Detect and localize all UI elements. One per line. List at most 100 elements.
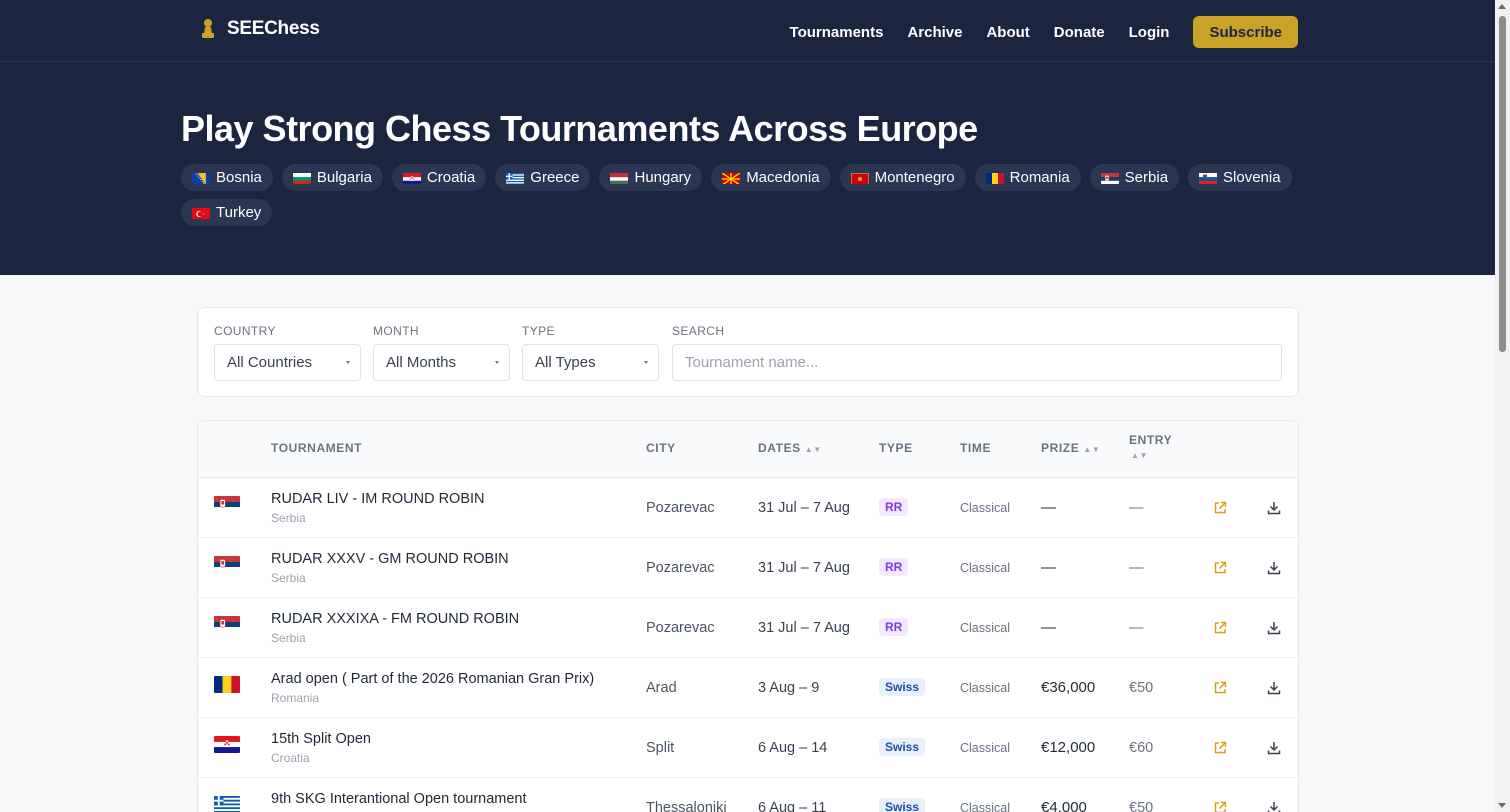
col-type[interactable]: TYPE — [879, 441, 913, 455]
nav-donate[interactable]: Donate — [1054, 24, 1105, 41]
table-row[interactable]: 9th SKG Interantional Open tournament Gr… — [198, 778, 1298, 812]
external-link-icon[interactable] — [1213, 561, 1227, 575]
tournament-name[interactable]: 9th SKG Interantional Open tournament — [271, 791, 527, 807]
country-select[interactable]: All Countries — [214, 344, 361, 381]
table-row[interactable]: 15th Split Open Croatia Split 6 Aug – 14… — [198, 718, 1298, 778]
external-link-icon[interactable] — [1213, 681, 1227, 695]
tournament-country: Serbia — [271, 631, 306, 645]
type-select[interactable]: All Types — [522, 344, 659, 381]
type-filter: TYPE All Types — [522, 324, 659, 381]
download-icon[interactable] — [1267, 501, 1281, 515]
country-chip-label: Macedonia — [746, 169, 820, 186]
tournament-entry: — — [1129, 620, 1144, 636]
table-body: RUDAR LIV - IM ROUND ROBIN Serbia Pozare… — [198, 478, 1298, 812]
country-chip-slovenia[interactable]: Slovenia — [1188, 164, 1292, 191]
tournament-name[interactable]: Arad open ( Part of the 2026 Romanian Gr… — [271, 671, 594, 687]
col-prize-label: PRIZE — [1041, 441, 1080, 455]
type-badge: Swiss — [879, 738, 926, 756]
subscribe-button[interactable]: Subscribe — [1193, 16, 1298, 48]
tournament-dates: 31 Jul – 7 Aug — [758, 620, 850, 636]
country-chip-bulgaria[interactable]: Bulgaria — [281, 164, 383, 191]
serbia-flag-icon — [214, 496, 240, 513]
type-badge: RR — [879, 498, 909, 516]
table-row[interactable]: RUDAR XXXV - GM ROUND ROBIN Serbia Pozar… — [198, 538, 1298, 598]
romania-flag-icon — [214, 676, 240, 693]
col-dates[interactable]: DATES ▲▼ — [758, 441, 822, 455]
nav-about[interactable]: About — [986, 24, 1029, 41]
type-badge: RR — [879, 558, 909, 576]
month-select[interactable]: All Months — [373, 344, 510, 381]
scroll-down-icon[interactable] — [1498, 803, 1506, 808]
tournament-time: Classical — [960, 621, 1011, 635]
country-chip-macedonia[interactable]: Macedonia — [711, 164, 831, 191]
country-chip-label: Greece — [530, 169, 580, 186]
table-row[interactable]: RUDAR XXXIXA - FM ROUND ROBIN Serbia Poz… — [198, 598, 1298, 658]
tournament-dates: 3 Aug – 9 — [758, 680, 820, 696]
nav-tournaments[interactable]: Tournaments — [790, 24, 884, 41]
brand-logo[interactable]: SEEChess — [199, 18, 320, 40]
table-row[interactable]: RUDAR LIV - IM ROUND ROBIN Serbia Pozare… — [198, 478, 1298, 538]
tournament-name[interactable]: RUDAR LIV - IM ROUND ROBIN — [271, 491, 485, 507]
country-chip-hungary[interactable]: Hungary — [599, 164, 703, 191]
tournament-prize: €36,000 — [1041, 679, 1096, 696]
external-link-icon[interactable] — [1213, 501, 1227, 515]
country-chip-label: Hungary — [634, 169, 692, 186]
col-prize[interactable]: PRIZE ▲▼ — [1041, 441, 1100, 455]
external-link-icon[interactable] — [1213, 741, 1227, 755]
croatia-flag-icon — [402, 172, 421, 184]
download-icon[interactable] — [1267, 681, 1281, 695]
table-header: TOURNAMENT CITY DATES ▲▼ TYPE TIME PRIZE ▲… — [198, 421, 1298, 478]
country-chip-croatia[interactable]: Croatia — [391, 164, 487, 191]
tournament-name[interactable]: RUDAR XXXV - GM ROUND ROBIN — [271, 551, 509, 567]
tournament-name[interactable]: RUDAR XXXIXA - FM ROUND ROBIN — [271, 611, 519, 627]
tournament-dates: 6 Aug – 11 — [758, 800, 827, 812]
country-chips: Bosnia Bulgaria Croatia Greece Hungary Macedo… — [181, 164, 1311, 226]
tournament-city: Thessaloniki — [646, 800, 727, 812]
table-row[interactable]: Arad open ( Part of the 2026 Romanian Gr… — [198, 658, 1298, 718]
tournament-country: Serbia — [271, 511, 306, 525]
page-scrollbar[interactable] — [1495, 0, 1510, 812]
scroll-up-icon[interactable] — [1498, 4, 1506, 9]
tournament-name[interactable]: 15th Split Open — [271, 731, 371, 747]
month-select-value: All Months — [386, 354, 457, 371]
col-time[interactable]: TIME — [960, 441, 991, 455]
month-filter-label: MONTH — [373, 324, 419, 338]
country-chip-serbia[interactable]: Serbia — [1089, 164, 1180, 191]
tournament-city: Split — [646, 740, 675, 756]
download-icon[interactable] — [1267, 741, 1281, 755]
type-filter-label: TYPE — [522, 324, 555, 338]
country-chip-greece[interactable]: Greece — [495, 164, 591, 191]
download-icon[interactable] — [1267, 621, 1281, 635]
search-filter-label: SEARCH — [672, 324, 725, 338]
download-icon[interactable] — [1267, 801, 1281, 812]
col-city[interactable]: CITY — [646, 441, 676, 455]
serbia-flag-icon — [1100, 172, 1119, 184]
download-icon[interactable] — [1267, 561, 1281, 575]
serbia-flag-icon — [214, 616, 240, 633]
nav-login[interactable]: Login — [1129, 24, 1170, 41]
external-link-icon[interactable] — [1213, 801, 1227, 812]
hero-title: Play Strong Chess Tournaments Across Eur… — [181, 108, 978, 149]
country-chip-turkey[interactable]: Turkey — [181, 199, 273, 226]
search-input[interactable]: Tournament name... — [672, 344, 1282, 381]
sort-icon: ▲▼ — [804, 445, 822, 454]
col-entry[interactable]: ENTRY ▲▼ — [1129, 433, 1172, 461]
tournament-country: Croatia — [271, 751, 310, 765]
col-dates-label: DATES — [758, 441, 801, 455]
country-chip-montenegro[interactable]: Montenegro — [839, 164, 966, 191]
country-chip-romania[interactable]: Romania — [974, 164, 1081, 191]
croatia-flag-icon — [214, 736, 240, 753]
type-badge: Swiss — [879, 798, 926, 812]
scrollbar-thumb[interactable] — [1499, 16, 1506, 352]
sort-icon: ▲▼ — [1131, 451, 1149, 460]
col-tournament[interactable]: TOURNAMENT — [271, 441, 362, 455]
tournament-city: Pozarevac — [646, 620, 715, 636]
nav-archive[interactable]: Archive — [907, 24, 962, 41]
country-chip-bosnia[interactable]: Bosnia — [181, 164, 273, 191]
chevron-down-icon — [495, 361, 499, 364]
tournament-entry: €50 — [1129, 800, 1154, 812]
top-navbar: SEEChess Tournaments Archive About Donat… — [0, 0, 1510, 62]
tournament-entry: €50 — [1129, 680, 1154, 696]
tournament-entry: €60 — [1129, 740, 1154, 756]
external-link-icon[interactable] — [1213, 621, 1227, 635]
